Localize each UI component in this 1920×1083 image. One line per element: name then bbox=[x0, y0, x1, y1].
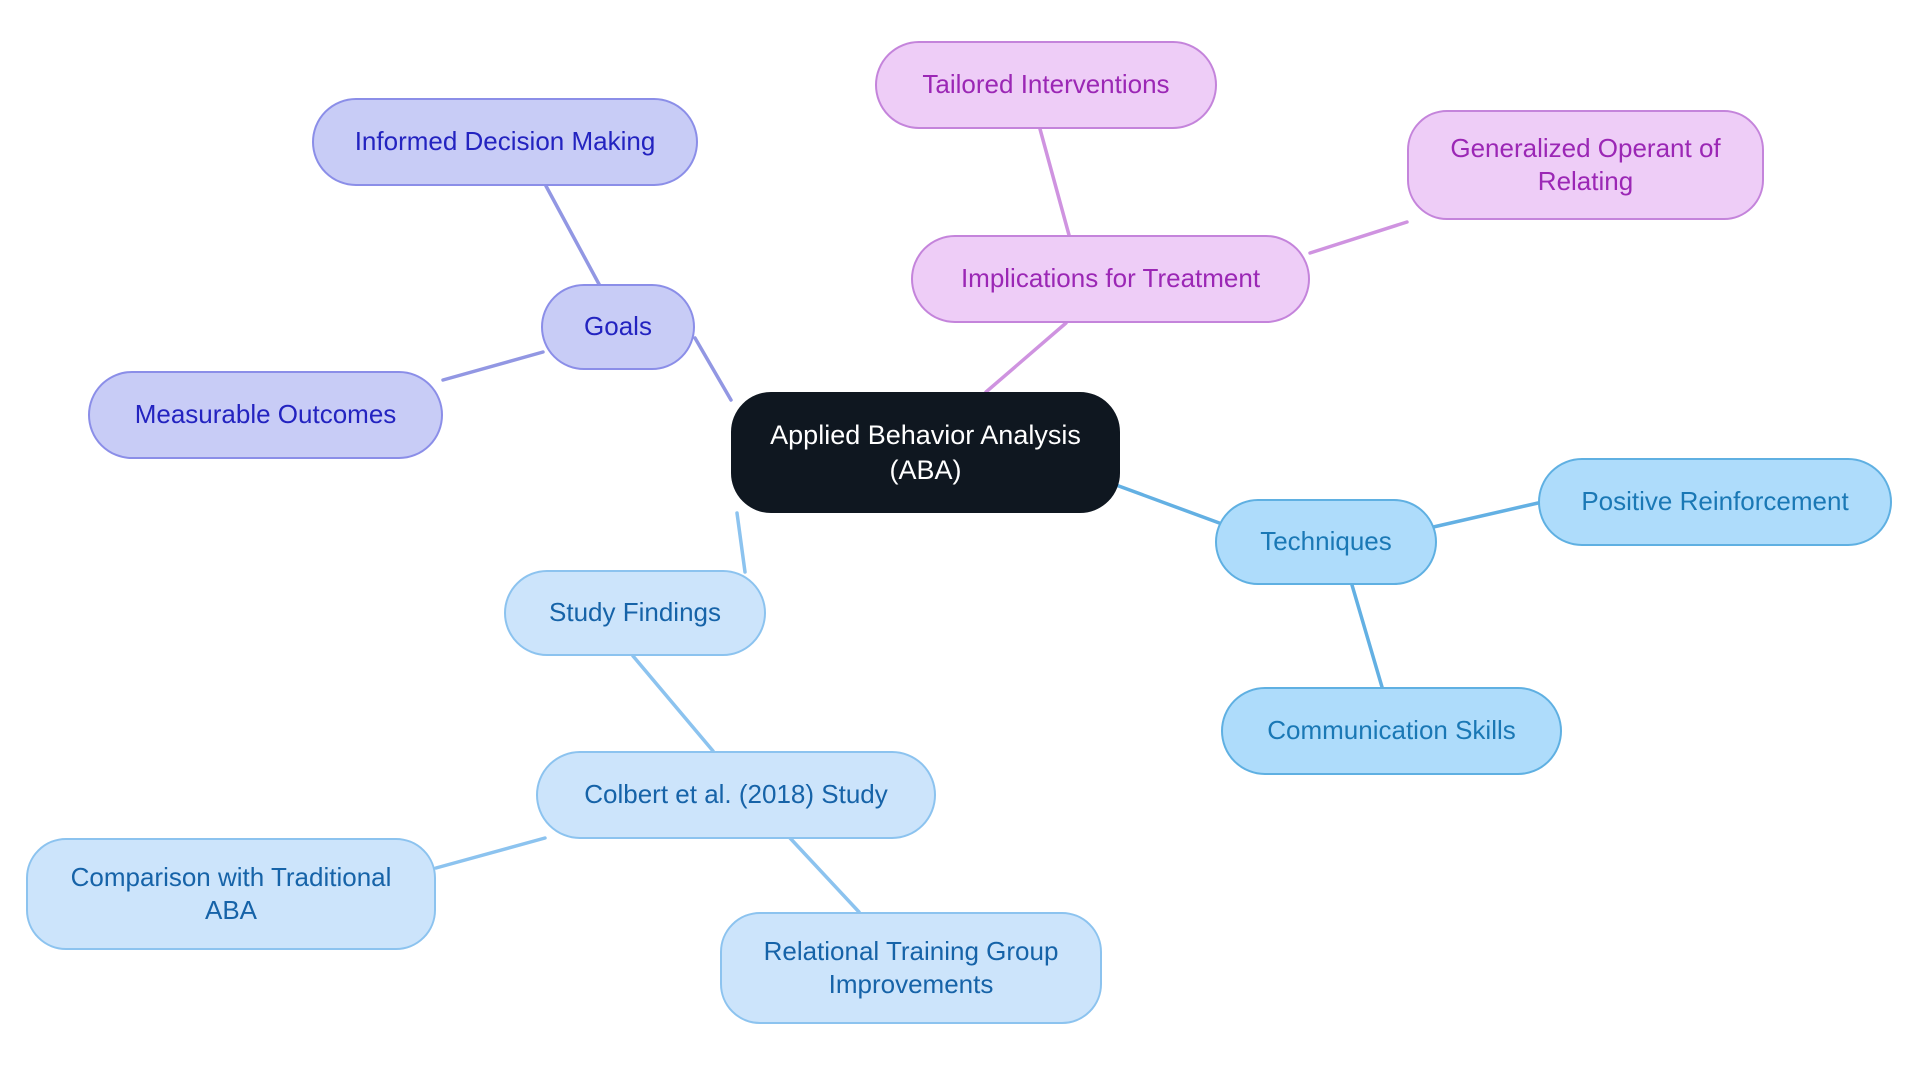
edge-implications-generalized bbox=[1308, 220, 1409, 255]
node-measurable-outcomes[interactable]: Measurable Outcomes bbox=[88, 371, 443, 459]
node-label: Informed Decision Making bbox=[354, 126, 656, 157]
edge-colbert-relational bbox=[788, 836, 861, 914]
edge-goals-informed bbox=[544, 184, 602, 288]
node-label: Positive Reinforcement bbox=[1581, 486, 1849, 517]
node-label: Measurable Outcomes bbox=[134, 399, 397, 430]
node-comparison-with-traditional-aba[interactable]: Comparison with Traditional ABA bbox=[26, 838, 436, 950]
mindmap-canvas: Applied Behavior Analysis (ABA) Goals Info… bbox=[0, 0, 1920, 1083]
edge-goals-measurable bbox=[441, 350, 545, 382]
node-generalized-operant-of-relating[interactable]: Generalized Operant of Relating bbox=[1407, 110, 1764, 220]
node-informed-decision-making[interactable]: Informed Decision Making bbox=[312, 98, 698, 186]
node-label: Tailored Interventions bbox=[922, 69, 1170, 100]
node-label: Colbert et al. (2018) Study bbox=[584, 779, 888, 810]
edge-root-techniques bbox=[1114, 483, 1224, 526]
node-label: Implications for Treatment bbox=[960, 263, 1261, 294]
node-goals[interactable]: Goals bbox=[541, 284, 695, 370]
edge-colbert-comparison bbox=[434, 836, 547, 870]
node-root[interactable]: Applied Behavior Analysis (ABA) bbox=[731, 392, 1120, 513]
edge-techniques-positive bbox=[1427, 501, 1540, 530]
node-relational-training-group-improvements[interactable]: Relational Training Group Improvements bbox=[720, 912, 1102, 1024]
node-communication-skills[interactable]: Communication Skills bbox=[1221, 687, 1562, 775]
node-techniques[interactable]: Techniques bbox=[1215, 499, 1437, 585]
node-label: Applied Behavior Analysis (ABA) bbox=[770, 419, 1081, 485]
node-positive-reinforcement[interactable]: Positive Reinforcement bbox=[1538, 458, 1892, 546]
edge-implications-tailored bbox=[1038, 127, 1071, 237]
node-label: Techniques bbox=[1260, 526, 1392, 557]
node-label: Relational Training Group Improvements bbox=[763, 935, 1059, 999]
edge-root-implications bbox=[984, 321, 1068, 394]
node-label: Communication Skills bbox=[1267, 715, 1516, 746]
edge-study-colbert bbox=[631, 654, 715, 753]
node-label: Generalized Operant of Relating bbox=[1450, 132, 1721, 196]
edge-root-goals bbox=[693, 336, 733, 402]
edge-techniques-communication bbox=[1350, 583, 1384, 689]
node-tailored-interventions[interactable]: Tailored Interventions bbox=[875, 41, 1217, 129]
node-colbert-2018-study[interactable]: Colbert et al. (2018) Study bbox=[536, 751, 936, 839]
edge-root-study bbox=[735, 511, 747, 574]
node-label: Comparison with Traditional ABA bbox=[70, 861, 392, 925]
node-label: Goals bbox=[584, 311, 652, 342]
node-label: Study Findings bbox=[549, 597, 721, 628]
node-study-findings[interactable]: Study Findings bbox=[504, 570, 766, 656]
node-implications-for-treatment[interactable]: Implications for Treatment bbox=[911, 235, 1310, 323]
